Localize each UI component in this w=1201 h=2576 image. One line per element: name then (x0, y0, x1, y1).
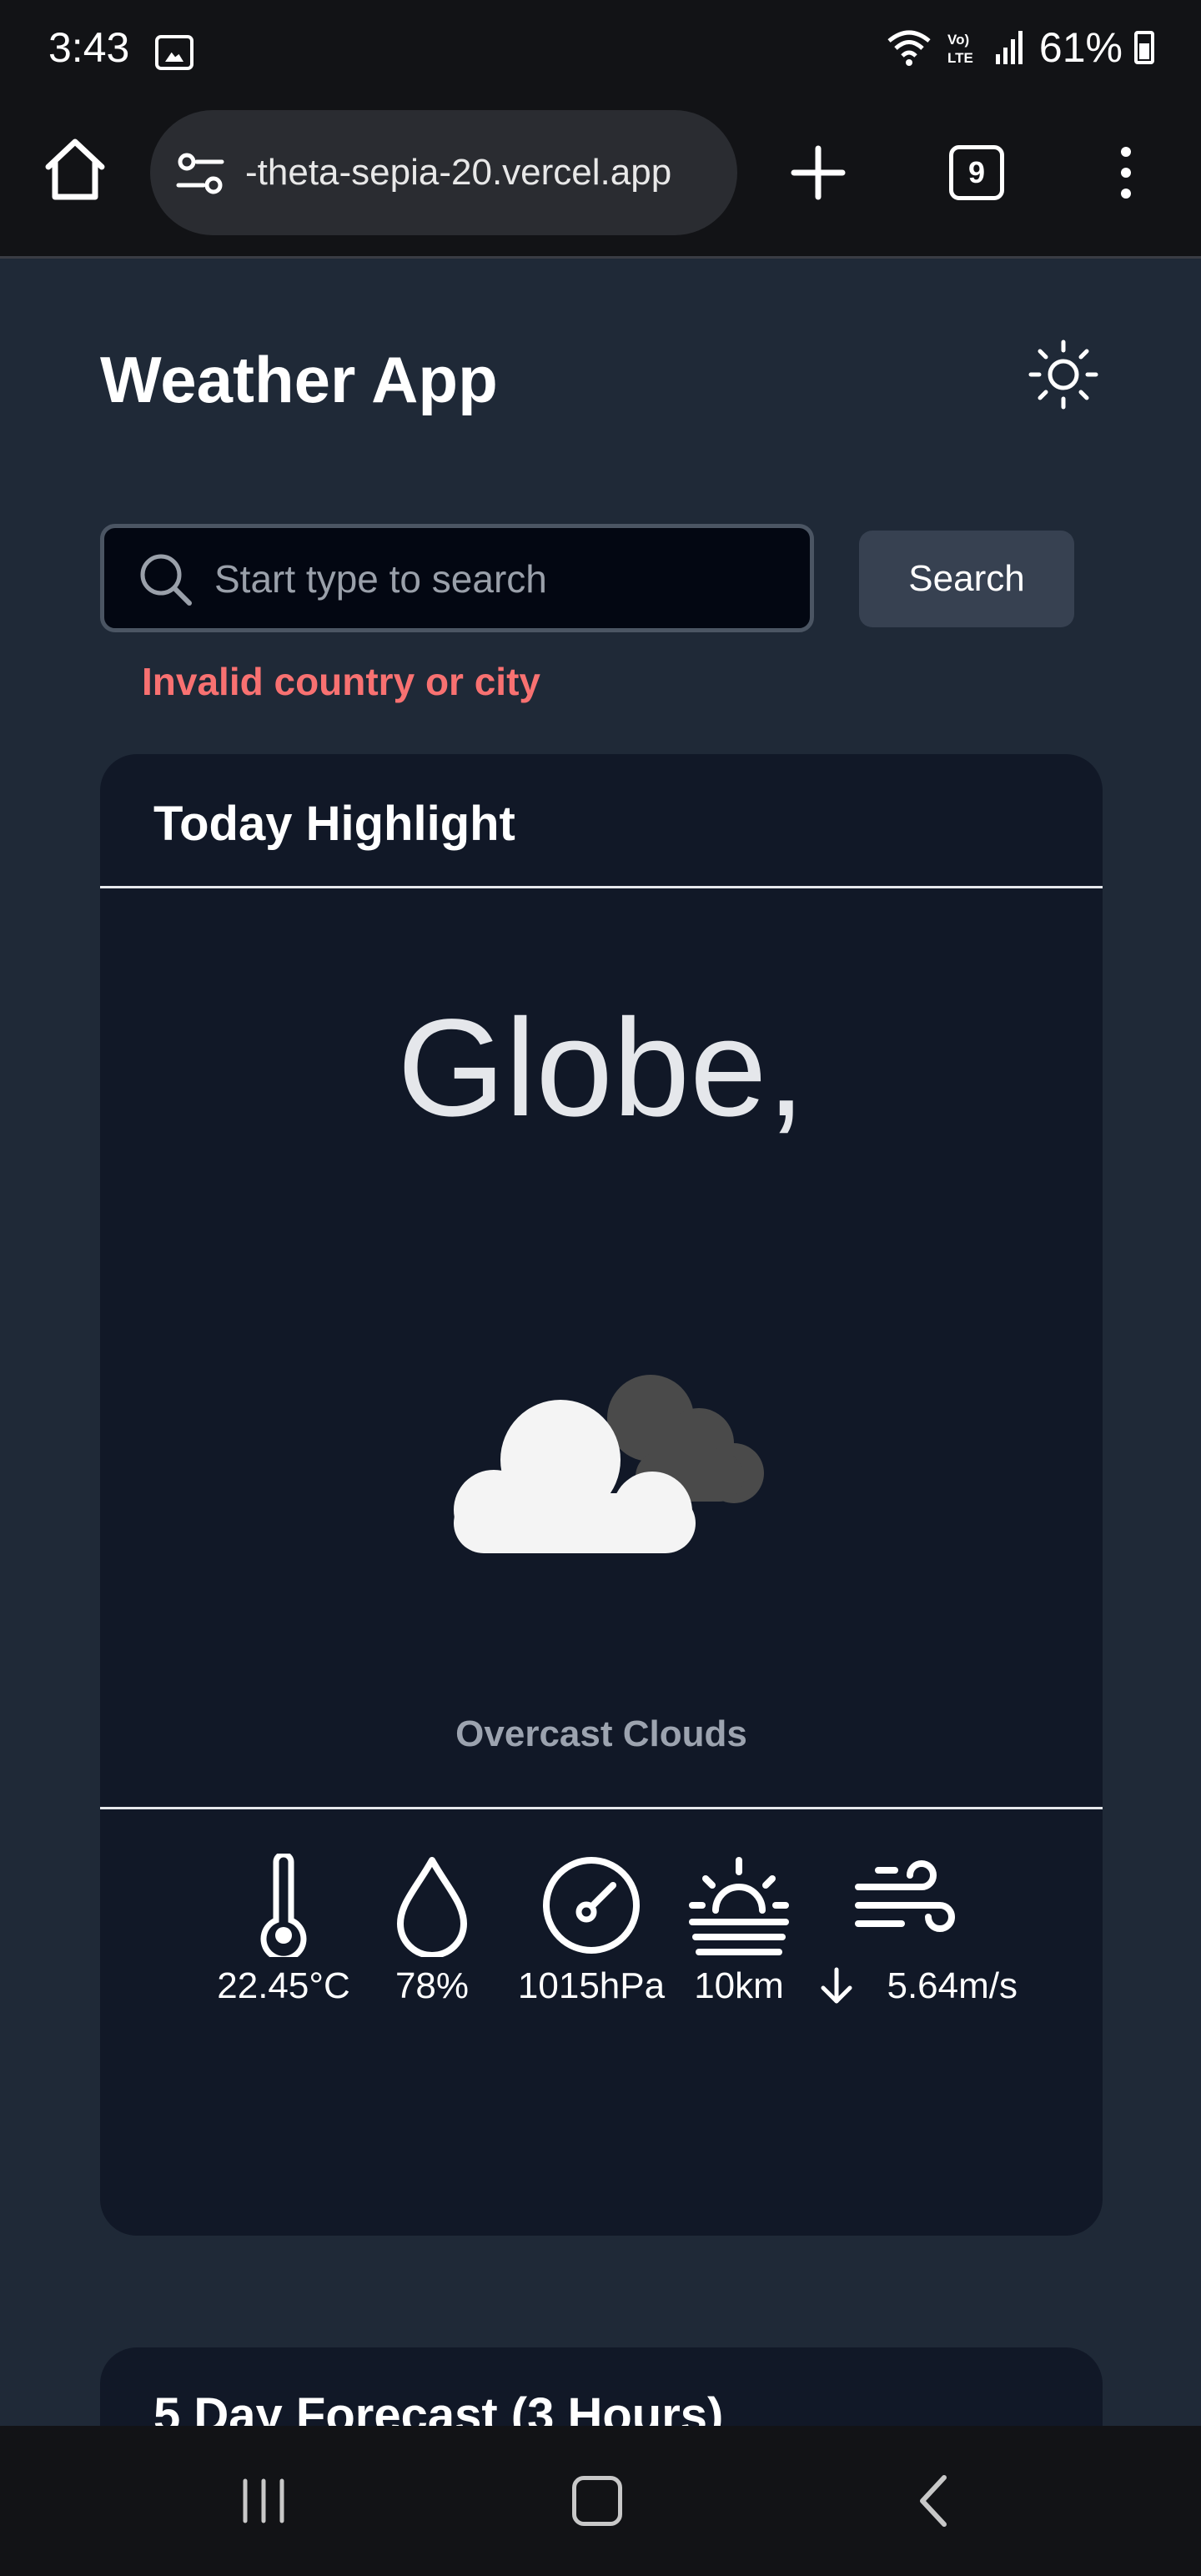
wind-stat: 5.64m/s (792, 1854, 1018, 2007)
battery-percent: 61% (1038, 24, 1123, 71)
error-message: Invalid country or city (142, 660, 540, 703)
url-text: -theta-sepia-20.vercel.app (245, 152, 672, 193)
wind-value-row: 5.64m/s (792, 1965, 1018, 2007)
pressure-gauge-icon (543, 1857, 640, 1954)
gallery-icon (155, 35, 193, 70)
visibility-stat: 10km (664, 1854, 814, 2007)
overcast-clouds-icon (454, 1375, 764, 1553)
search-button[interactable]: Search (859, 531, 1074, 627)
address-bar[interactable]: -theta-sepia-20.vercel.app (150, 110, 737, 235)
home-nav-icon[interactable] (572, 2476, 622, 2526)
signal-icon (995, 31, 1023, 64)
humidity-icon (397, 1857, 467, 1957)
status-bar: 3:43 Vo) LTE 61% (0, 0, 1201, 100)
browser-toolbar: -theta-sepia-20.vercel.app 9 (0, 100, 1201, 259)
temperature-value: 22.45°C (217, 1965, 350, 2006)
recent-apps-icon[interactable] (239, 2478, 289, 2524)
svg-text:LTE: LTE (947, 50, 973, 66)
site-settings-icon[interactable] (175, 150, 225, 197)
search-box (100, 524, 814, 632)
system-nav-bar (0, 2426, 1201, 2576)
pressure-stat: 1015hPa (504, 1854, 679, 2007)
svg-text:Vo): Vo) (947, 32, 969, 48)
weather-description: Overcast Clouds (455, 1713, 747, 1754)
menu-icon[interactable] (1109, 143, 1143, 202)
search-icon (140, 554, 192, 606)
sun-icon[interactable] (1026, 337, 1101, 412)
plus-icon[interactable] (789, 143, 847, 202)
today-highlight-card: Today Highlight Globe, Overcast Clouds 2… (100, 754, 1103, 2236)
battery-icon (1134, 31, 1154, 64)
home-icon[interactable] (42, 133, 108, 205)
pressure-value: 1015hPa (517, 1965, 666, 2006)
wifi-icon (887, 30, 931, 66)
humidity-value: 78% (394, 1965, 470, 2006)
status-indicators: Vo) LTE 61% (886, 23, 1154, 72)
city-name: Globe, (397, 991, 806, 1145)
tabs-icon[interactable]: 9 (949, 145, 1004, 200)
humidity-stat: 78% (382, 1854, 482, 2007)
thermometer-icon (260, 1854, 307, 1957)
wind-icon (855, 1860, 955, 1932)
status-time: 3:43 (48, 24, 130, 71)
app-title: Weather App (100, 343, 498, 416)
temperature-stat: 22.45°C (209, 1854, 359, 2007)
back-icon[interactable] (916, 2474, 949, 2528)
wind-speed-value: 5.64m/s (887, 1965, 1018, 2006)
search-input[interactable] (214, 546, 790, 611)
sunrise-visibility-icon (689, 1857, 789, 1955)
card-title: Today Highlight (153, 797, 515, 851)
divider (100, 886, 1103, 888)
arrow-down-icon (821, 1967, 852, 2004)
divider (100, 1807, 1103, 1809)
volte-icon: Vo) LTE (947, 32, 973, 66)
visibility-value: 10km (694, 1965, 784, 2006)
